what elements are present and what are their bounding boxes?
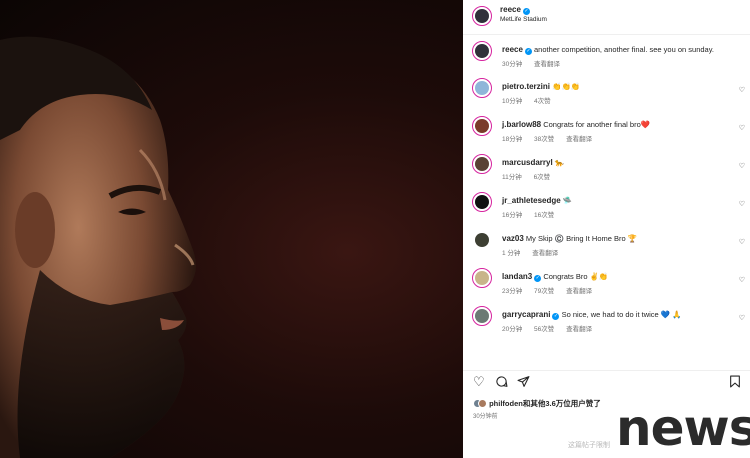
comment-text-row: vaz03 My Skip ©️ Bring It Home Bro 🏆 [502,234,637,243]
share-icon[interactable] [517,375,530,391]
comment-meta: 16分钟 16次赞 [502,209,564,219]
comment-item: pietro.terzini 👏👏👏 10分钟 4次赞 ♡ [463,77,750,115]
commenter-avatar[interactable] [472,268,492,288]
liker-username[interactable]: philfoden [489,399,523,408]
liker-avatar [478,399,487,408]
translate-link[interactable]: 查看翻译 [534,61,560,68]
commenter-username[interactable]: j.barlow88 [502,120,541,129]
commenter-username[interactable]: landan3 [502,272,532,281]
comment-meta: 18分钟 38次赞 查看翻译 [502,133,602,143]
comment-text: 🛸 [562,196,573,205]
post-header: reece ✓ MetLife Stadium [463,0,750,35]
comment-meta: 1 分钟 查看翻译 [502,247,568,257]
comment-time: 16分钟 [502,212,523,219]
heart-icon[interactable]: ♡ [739,162,745,170]
translate-link[interactable]: 查看翻译 [566,136,592,143]
heart-icon[interactable]: ♡ [739,314,745,322]
comment-item: landan3 ✓ Congrats Bro ✌️👏 23分钟 79次赞 查看翻译… [463,267,750,305]
caption-meta: 30分钟 查看翻译 [502,58,570,68]
commenter-avatar[interactable] [472,154,492,174]
caption-text: another competition, another final. see … [534,45,714,54]
caption-time: 30分钟 [502,61,523,68]
verified-icon: ✓ [522,8,530,15]
post-side-panel: reece ✓ MetLife Stadium reece ✓ another co… [463,0,750,458]
comment-text-row: pietro.terzini 👏👏👏 [502,82,580,91]
heart-icon[interactable]: ♡ [739,238,745,246]
verified-icon: ✓ [552,313,560,320]
comment-text-row: jr_athletesedge 🛸 [502,196,572,205]
commenter-username[interactable]: jr_athletesedge [502,196,561,205]
comment-likes[interactable]: 38次赞 [534,136,554,143]
commenter-username[interactable]: garrycaprani [502,310,550,319]
commenter-avatar[interactable] [472,78,492,98]
comment-likes[interactable]: 16次赞 [534,212,554,219]
post-time: 30分钟前 [473,414,498,420]
comment-time: 1 分钟 [502,250,521,257]
caption-text-row: reece ✓ another competition, another fina… [502,45,714,55]
caption: reece ✓ another competition, another fina… [463,40,750,78]
heart-icon[interactable]: ♡ [739,276,745,284]
comment-meta: 11分钟 6次赞 [502,171,560,181]
comment-item: marcusdarryl 🐆 11分钟 6次赞 ♡ [463,153,750,191]
commenter-avatar[interactable] [472,116,492,136]
comment-text-row: landan3 ✓ Congrats Bro ✌️👏 [502,272,608,282]
commenter-avatar[interactable] [472,306,492,326]
comment-item: jr_athletesedge 🛸 16分钟 16次赞 ♡ [463,191,750,229]
author-username[interactable]: reece [500,5,521,14]
comment-text: Congrats Bro ✌️👏 [543,272,609,281]
verified-icon: ✓ [524,48,532,55]
divider [463,370,750,371]
comment-text-row: garrycaprani ✓ So nice, we had to do it t… [502,310,682,320]
comment-text: Congrats for another final bro❤️ [543,120,651,129]
commenter-avatar[interactable] [472,230,492,250]
post-photo [0,0,463,458]
translate-link[interactable]: 查看翻译 [532,250,558,257]
comment-text: 🐆 [554,158,565,167]
likes-rest: 和其他3.6万位用户赞了 [522,399,601,408]
heart-icon[interactable]: ♡ [739,86,745,94]
comment-text-row: j.barlow88 Congrats for another final br… [502,120,650,129]
comment-time: 20分钟 [502,326,523,333]
translate-link[interactable]: 查看翻译 [566,326,592,333]
heart-icon[interactable]: ♡ [739,200,745,208]
action-bar: ♡ [473,375,743,391]
bookmark-icon[interactable] [729,375,741,391]
comment-likes[interactable]: 4次赞 [534,98,551,105]
comment-likes[interactable]: 6次赞 [534,174,551,181]
comment-likes[interactable]: 79次赞 [534,288,554,295]
commenter-username[interactable]: pietro.terzini [502,82,550,91]
heart-icon[interactable]: ♡ [473,375,485,389]
author-avatar[interactable] [472,6,492,26]
comment-text: My Skip ©️ Bring It Home Bro 🏆 [525,234,638,243]
commenter-avatar[interactable] [472,192,492,212]
heart-icon[interactable]: ♡ [739,124,745,132]
commenter-username[interactable]: vaz03 [502,234,524,243]
verified-icon: ✓ [534,275,542,282]
comment-item: j.barlow88 Congrats for another final br… [463,115,750,153]
comment-meta: 20分钟 56次赞 查看翻译 [502,323,602,333]
comment-time: 10分钟 [502,98,523,105]
comment-text-row: marcusdarryl 🐆 [502,158,564,167]
comment-time: 11分钟 [502,174,522,181]
watermark-text: 这篇帖子限制 [568,442,610,449]
comment-text: 👏👏👏 [552,82,581,91]
translate-link[interactable]: 查看翻译 [566,288,592,295]
comment-meta: 23分钟 79次赞 查看翻译 [502,285,602,295]
comment-item: vaz03 My Skip ©️ Bring It Home Bro 🏆 1 分… [463,229,750,267]
author-avatar[interactable] [472,41,492,61]
comment-item: garrycaprani ✓ So nice, we had to do it t… [463,305,750,343]
caption-username[interactable]: reece [502,45,523,54]
news-logo: news [616,399,750,457]
comment-time: 18分钟 [502,136,523,143]
author-name-row: reece ✓ [500,5,530,15]
likes-summary[interactable]: philfoden和其他3.6万位用户赞了 [473,398,601,409]
commenter-username[interactable]: marcusdarryl [502,158,553,167]
comment-time: 23分钟 [502,288,523,295]
comment-icon[interactable] [495,375,508,391]
comment-text: So nice, we had to do it twice 💙 🙏 [561,310,682,319]
post-location[interactable]: MetLife Stadium [500,16,547,23]
comment-meta: 10分钟 4次赞 [502,95,561,105]
player-profile-image [0,36,196,458]
comment-likes[interactable]: 56次赞 [534,326,554,333]
